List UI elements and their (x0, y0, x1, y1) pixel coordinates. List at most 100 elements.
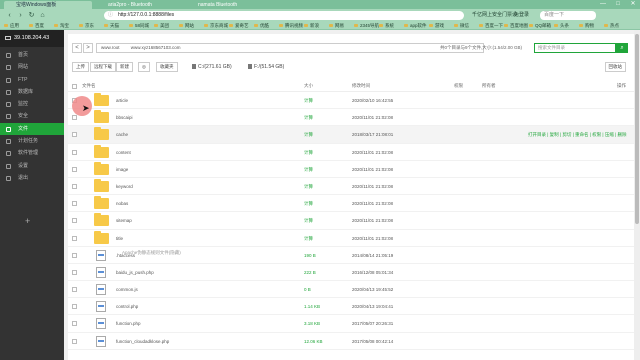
table-row[interactable]: image 计算 2020/11/01 21:02:08 (68, 161, 634, 178)
minimize-icon[interactable]: — (596, 0, 610, 9)
path-back-button[interactable]: < (72, 43, 82, 53)
bookmark-item[interactable]: 游戏 (429, 22, 444, 30)
reload-icon[interactable]: ↻ (27, 11, 36, 20)
row-checkbox[interactable] (72, 252, 77, 258)
remote-download-button[interactable]: 远程下载 (90, 62, 116, 72)
add-icon[interactable]: + (25, 216, 30, 226)
row-checkbox[interactable] (72, 269, 77, 275)
browser-tab-0[interactable]: 宝塔Windows面板 (4, 1, 92, 9)
bookmark-item[interactable]: 热点 (604, 22, 619, 30)
table-row[interactable]: bbscaipi 计算 2020/11/01 21:02:08 (68, 109, 634, 127)
file-size[interactable]: 计算 (304, 230, 313, 247)
bookmark-item[interactable]: 微信 (454, 22, 469, 30)
bookmark-item[interactable]: 百度地图 (504, 22, 528, 30)
file-name[interactable]: article (116, 92, 128, 109)
disk-f[interactable]: F:/(51.54 GB) (248, 62, 284, 72)
page-scrollbar[interactable] (634, 30, 640, 360)
row-checkbox[interactable] (72, 235, 77, 241)
browser-tab-2[interactable]: namata Bluetooth (186, 1, 272, 9)
file-size[interactable]: 计算 (304, 126, 313, 143)
bookmark-item[interactable]: 网易 (329, 22, 344, 30)
extension-1[interactable]: 免登录 (514, 11, 529, 20)
path-input[interactable]: www.root www.xyz168567103.com (96, 43, 484, 53)
bookmark-item[interactable]: 应用 (4, 22, 19, 30)
row-actions[interactable]: 打开目录 | 复制 | 剪切 | 重命名 | 权限 | 压缩 | 删除 (528, 126, 627, 143)
file-name[interactable]: content (116, 144, 131, 161)
bookmark-item[interactable]: 58同城 (129, 22, 149, 30)
bookmark-item[interactable]: 京东 (79, 22, 94, 30)
bookmark-item[interactable]: 腾讯视频 (279, 22, 303, 30)
file-name[interactable]: baidu_js_push.php (116, 264, 154, 281)
disk-c[interactable]: C:/(271.61 GB) (192, 62, 232, 72)
bookmark-item[interactable]: 京东商城 (204, 22, 228, 30)
file-size[interactable]: 计算 (304, 212, 313, 229)
path-segment-0[interactable]: www.root (101, 45, 120, 50)
bookmark-item[interactable]: 购物 (579, 22, 594, 30)
table-row[interactable]: common.js 0 B 2020/04/13 19:45:52 (68, 281, 634, 299)
select-all-checkbox[interactable] (72, 83, 77, 89)
bookmark-item[interactable]: 美团 (154, 22, 169, 30)
file-size[interactable]: 计算 (304, 161, 313, 178)
sidebar-item-1[interactable]: 网站 (0, 61, 64, 73)
scrollbar-thumb[interactable] (635, 34, 639, 224)
file-size[interactable]: 计算 (304, 195, 313, 212)
bookmark-item[interactable]: 百度 (29, 22, 44, 30)
sidebar-item-9[interactable]: 设置 (0, 160, 64, 172)
file-size[interactable]: 计算 (304, 144, 313, 161)
bookmark-item[interactable]: 网站 (179, 22, 194, 30)
table-row[interactable]: function.php 3.18 KB 2017/05/07 20:26:31 (68, 315, 634, 333)
bookmark-item[interactable]: 系统 (379, 22, 394, 30)
bookmark-item[interactable]: QQ邮箱 (529, 22, 551, 30)
row-checkbox[interactable] (72, 304, 77, 310)
url-input[interactable]: ⓘ http://127.0.0.1:8888/files (104, 11, 464, 20)
file-name[interactable]: function.php (116, 315, 141, 332)
sidebar-item-3[interactable]: 数据库 (0, 86, 64, 98)
row-checkbox[interactable] (72, 218, 77, 224)
sidebar-item-7[interactable]: 计划任务 (0, 135, 64, 147)
table-row[interactable]: article 计算 2020/02/10 16:42:55 (68, 92, 634, 110)
search-icon[interactable]: ⌕ (616, 43, 628, 53)
row-checkbox[interactable] (72, 287, 77, 293)
file-name[interactable]: nobas (116, 195, 128, 212)
bookmark-item[interactable]: 爱奇艺 (229, 22, 249, 30)
row-checkbox[interactable] (72, 338, 77, 344)
close-icon[interactable]: ✕ (626, 0, 640, 9)
sidebar-item-8[interactable]: 软件管理 (0, 147, 64, 159)
file-name[interactable]: function_cloudadklose.php (116, 333, 169, 350)
row-checkbox[interactable] (72, 149, 77, 155)
file-name[interactable]: bbscaipi (116, 109, 133, 126)
sidebar-item-6[interactable]: 文件 (0, 122, 64, 136)
sidebar-item-10[interactable]: 退出 (0, 172, 64, 184)
table-row[interactable]: title 计算 2020/11/01 21:02:08 (68, 230, 634, 247)
extension-0[interactable]: 千亿网上安全门票设 (472, 11, 517, 20)
table-row[interactable]: sitemap 计算 2020/11/01 21:02:08 (68, 212, 634, 230)
path-forward-button[interactable]: > (83, 43, 93, 53)
file-name[interactable]: keyword (116, 178, 133, 195)
table-row[interactable]: function_cloudadklose.php 12.06 KB 2017/05… (68, 333, 634, 350)
file-name[interactable]: control.php (116, 298, 138, 315)
bookmark-item[interactable]: 优酷 (254, 22, 269, 30)
favorites-button[interactable]: 收藏夹 (156, 62, 178, 72)
bookmark-item[interactable]: 淘宝 (54, 22, 69, 30)
table-row[interactable]: control.php 1.14 KB 2020/04/13 19:04:41 (68, 298, 634, 316)
bookmark-item[interactable]: app软件 (404, 22, 427, 30)
sidebar-item-0[interactable]: 首页 (0, 49, 64, 61)
table-row[interactable]: keyword 计算 2020/11/01 21:02:08 (68, 178, 634, 196)
sidebar-item-4[interactable]: 监控 (0, 98, 64, 110)
browser-tab-1[interactable]: aria2pro - Bluetooth (96, 1, 182, 9)
header-mtime[interactable]: 修改时间 (352, 80, 370, 92)
row-checkbox[interactable] (72, 183, 77, 189)
header-name[interactable]: 文件名 (82, 80, 96, 92)
home-icon[interactable]: ⌂ (38, 11, 47, 20)
bookmark-item[interactable]: 2345导航 (354, 22, 379, 30)
bookmark-item[interactable]: 天猫 (104, 22, 119, 30)
row-checkbox[interactable] (72, 201, 77, 207)
file-name[interactable]: image (116, 161, 128, 178)
maximize-icon[interactable]: □ (611, 0, 625, 9)
back-icon[interactable]: ‹ (5, 11, 14, 20)
file-name[interactable]: cache (116, 126, 128, 143)
table-row[interactable]: content 计算 2020/11/01 21:02:08 (68, 144, 634, 161)
file-name[interactable]: title (116, 230, 123, 247)
file-name[interactable]: sitemap (116, 212, 132, 229)
header-size[interactable]: 大小 (304, 80, 313, 92)
